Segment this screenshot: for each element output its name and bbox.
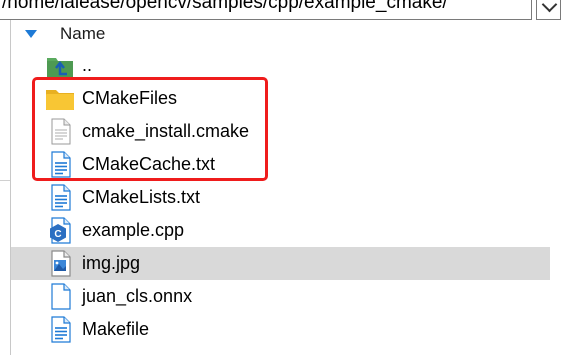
- chevron-down-icon: [541, 0, 558, 13]
- item-name: Makefile: [82, 319, 150, 339]
- item-name: CMakeFiles: [82, 88, 178, 108]
- column-header-label: Name: [60, 24, 106, 43]
- path-text: /home/lalease/opencv/samples/cpp/example…: [2, 0, 448, 13]
- list-item-parent[interactable]: ..: [11, 49, 550, 82]
- list-item-file[interactable]: CMakeCache.txt: [11, 148, 550, 181]
- generic-file-icon: [51, 118, 71, 145]
- list-item-file[interactable]: juan_cls.onnx: [11, 280, 550, 313]
- svg-text:C: C: [54, 229, 61, 240]
- item-name: cmake_install.cmake: [82, 121, 250, 141]
- item-name: CMakeLists.txt: [82, 187, 201, 207]
- blank-file-icon: [51, 283, 71, 310]
- item-name: juan_cls.onnx: [82, 286, 193, 306]
- list-item-file[interactable]: cmake_install.cmake: [11, 115, 550, 148]
- item-name: img.jpg: [82, 253, 141, 273]
- item-name: ..: [82, 55, 93, 75]
- list-item-file[interactable]: Makefile: [11, 313, 550, 346]
- navigation-pane: [0, 20, 10, 355]
- sort-arrow-icon: [25, 30, 37, 38]
- item-name: example.cpp: [82, 220, 185, 240]
- list-item-file[interactable]: C example.cpp: [11, 214, 550, 247]
- list-item-folder[interactable]: CMakeFiles: [11, 82, 550, 115]
- list-item-file[interactable]: CMakeLists.txt: [11, 181, 550, 214]
- image-file-icon: [51, 250, 71, 277]
- item-name: CMakeCache.txt: [82, 154, 216, 174]
- folder-icon: [46, 90, 74, 110]
- path-bar[interactable]: /home/lalease/opencv/samples/cpp/example…: [0, 0, 532, 20]
- cpp-file-icon: C: [50, 217, 71, 244]
- text-file-icon: [51, 151, 71, 178]
- navigation-separator: [0, 180, 10, 181]
- column-header-name[interactable]: Name: [11, 22, 561, 48]
- parent-folder-icon: [47, 58, 73, 77]
- text-file-icon: [51, 184, 71, 211]
- path-dropdown-button[interactable]: [536, 0, 561, 20]
- list-item-file-selected[interactable]: img.jpg: [11, 247, 550, 280]
- text-file-icon: [51, 316, 71, 343]
